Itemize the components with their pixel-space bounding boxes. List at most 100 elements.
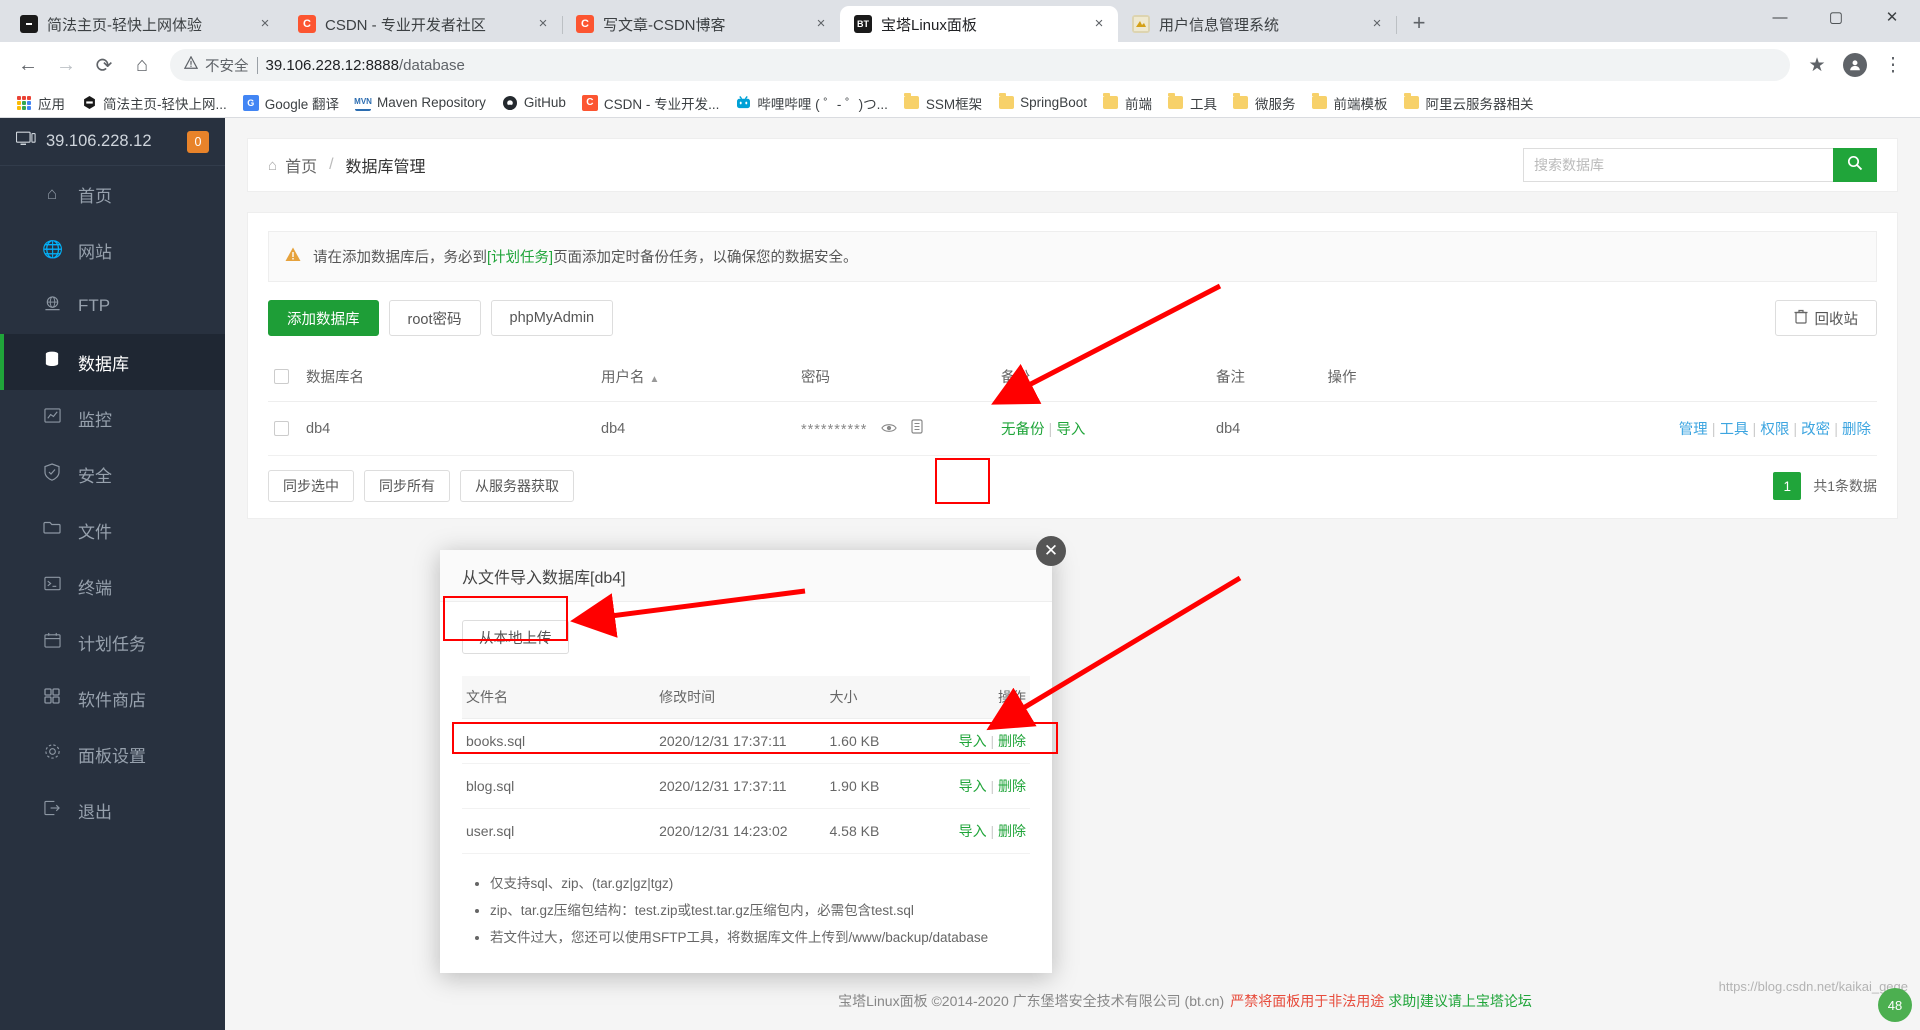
close-window-button[interactable]: ✕: [1864, 0, 1920, 34]
op-permission-link[interactable]: 权限: [1753, 422, 1790, 438]
sync-all-button[interactable]: 同步所有: [364, 470, 450, 502]
browser-tab-0[interactable]: 简法主页-轻快上网体验 ×: [6, 6, 284, 42]
tab-close-icon[interactable]: ×: [1090, 15, 1108, 33]
page-number[interactable]: 1: [1773, 472, 1802, 500]
breadcrumb-home[interactable]: 首页: [285, 153, 317, 177]
recycle-bin-button[interactable]: 回收站: [1774, 300, 1877, 336]
maximize-button[interactable]: ▢: [1808, 0, 1864, 34]
file-delete-link[interactable]: 删除: [998, 823, 1026, 839]
upload-from-local-button[interactable]: 从本地上传: [462, 620, 569, 654]
root-password-button[interactable]: root密码: [388, 300, 481, 336]
database-table: 数据库名 用户名 ▲ 密码 备份 备注 操作 db4 db4 *********…: [268, 352, 1877, 456]
search-input[interactable]: [1523, 148, 1833, 182]
security-status[interactable]: 不安全: [183, 55, 249, 76]
tab-title: 写文章-CSDN博客: [603, 16, 726, 34]
browser-tab-4[interactable]: 用户信息管理系统 ×: [1118, 6, 1397, 42]
float-action-button[interactable]: 48: [1878, 988, 1912, 1022]
maven-icon: MVN: [354, 95, 372, 111]
op-manage-link[interactable]: 管理: [1679, 422, 1708, 438]
sidebar-host: 39.106.228.12 0: [0, 118, 225, 166]
home-button[interactable]: ⌂: [124, 47, 160, 83]
bookmark-bilibili[interactable]: 哔哩哔哩 ( ゜- ゜)つ...: [727, 90, 896, 116]
sidebar-item-database[interactable]: 数据库: [0, 334, 225, 390]
minimize-button[interactable]: —: [1752, 0, 1808, 34]
footer-warning: 严禁将面板用于非法用途: [1230, 993, 1385, 1009]
bookmark-folder-springboot[interactable]: SpringBoot: [990, 92, 1095, 114]
sidebar-item-files[interactable]: 文件: [0, 502, 225, 558]
tab-close-icon[interactable]: ×: [1368, 15, 1386, 33]
sidebar-item-website[interactable]: 🌐 网站: [0, 222, 225, 278]
new-tab-button[interactable]: +: [1402, 6, 1436, 40]
copy-icon[interactable]: [911, 419, 923, 437]
sidebar-item-logout[interactable]: 退出: [0, 782, 225, 838]
tab-close-icon[interactable]: ×: [534, 15, 552, 33]
bookmark-google-translate[interactable]: G Google 翻译: [235, 90, 347, 116]
sidebar-item-cron[interactable]: 计划任务: [0, 614, 225, 670]
backup-import-link[interactable]: 导入: [1056, 422, 1085, 438]
sidebar-item-panel-settings[interactable]: 面板设置: [0, 726, 225, 782]
file-delete-link[interactable]: 删除: [998, 733, 1026, 749]
bookmark-folder-ssm[interactable]: SSM框架: [896, 90, 990, 116]
file-import-link[interactable]: 导入: [959, 778, 987, 794]
bookmark-github[interactable]: GitHub: [494, 92, 574, 114]
select-all-checkbox[interactable]: [274, 369, 289, 385]
browser-tab-3[interactable]: BT 宝塔Linux面板 ×: [840, 6, 1118, 42]
fetch-from-server-button[interactable]: 从服务器获取: [460, 470, 574, 502]
bookmark-star-icon[interactable]: ★: [1800, 48, 1834, 82]
tab-close-icon[interactable]: ×: [812, 15, 830, 33]
phpmyadmin-button[interactable]: phpMyAdmin: [490, 300, 614, 336]
sidebar-item-ftp[interactable]: FTP: [0, 278, 225, 334]
folder-icon: [1403, 93, 1419, 111]
sync-selected-button[interactable]: 同步选中: [268, 470, 354, 502]
sidebar-item-label: 软件商店: [78, 690, 146, 710]
bookmark-folder-aliyun[interactable]: 阿里云服务器相关: [1395, 90, 1541, 116]
op-tools-link[interactable]: 工具: [1712, 422, 1749, 438]
bookmark-label: CSDN - 专业开发...: [603, 96, 720, 112]
bookmark-jianfa[interactable]: 简法主页-轻快上网...: [73, 90, 235, 116]
search-button[interactable]: [1833, 148, 1877, 182]
browser-tab-1[interactable]: C CSDN - 专业开发者社区 ×: [284, 6, 563, 42]
op-delete-link[interactable]: 删除: [1834, 422, 1871, 438]
th-backup[interactable]: 备份: [995, 352, 1210, 402]
eye-icon[interactable]: [881, 421, 901, 437]
github-icon: [502, 95, 518, 111]
th-note[interactable]: 备注: [1210, 352, 1322, 402]
back-button[interactable]: ←: [10, 47, 46, 83]
sidebar-item-app-store[interactable]: 软件商店: [0, 670, 225, 726]
bookmark-folder-frontend-template[interactable]: 前端模板: [1303, 90, 1395, 116]
bookmark-folder-frontend[interactable]: 前端: [1095, 90, 1160, 116]
sidebar-item-monitor[interactable]: 监控: [0, 390, 225, 446]
file-import-link[interactable]: 导入: [959, 823, 987, 839]
sidebar-item-label: 面板设置: [78, 746, 146, 766]
op-change-password-link[interactable]: 改密: [1793, 422, 1830, 438]
sidebar-item-terminal[interactable]: 终端: [0, 558, 225, 614]
footer-help-link[interactable]: 求助|建议请上宝塔论坛: [1388, 991, 1532, 1011]
th-db-name[interactable]: 数据库名: [300, 352, 595, 402]
tab-title: 用户信息管理系统: [1159, 16, 1280, 34]
th-user-name[interactable]: 用户名 ▲: [595, 352, 795, 402]
sidebar-item-security[interactable]: 安全: [0, 446, 225, 502]
cron-link[interactable]: [计划任务]: [487, 250, 553, 266]
forward-button[interactable]: →: [48, 47, 84, 83]
profile-icon[interactable]: [1838, 48, 1872, 82]
file-import-link[interactable]: 导入: [959, 733, 987, 749]
td-user-name: db4: [595, 401, 795, 456]
address-bar[interactable]: 不安全 39.106.228.12:8888/database: [170, 49, 1790, 81]
add-database-button[interactable]: 添加数据库: [268, 300, 379, 336]
bookmark-csdn[interactable]: C CSDN - 专业开发...: [574, 90, 728, 116]
bookmark-maven-repository[interactable]: MVN Maven Repository: [347, 92, 494, 114]
bookmark-folder-microservice[interactable]: 微服务: [1225, 90, 1304, 116]
row-checkbox[interactable]: [274, 421, 289, 437]
th-password[interactable]: 密码: [795, 352, 995, 402]
notification-badge[interactable]: 0: [187, 130, 209, 153]
tab-close-icon[interactable]: ×: [256, 15, 274, 33]
sidebar-item-label: 网站: [78, 242, 112, 262]
bookmark-apps[interactable]: 应用: [8, 90, 73, 116]
reload-button[interactable]: ⟳: [86, 47, 122, 83]
bookmark-folder-tools[interactable]: 工具: [1160, 90, 1225, 116]
browser-tab-2[interactable]: C 写文章-CSDN博客 ×: [562, 6, 840, 42]
close-icon[interactable]: ✕: [1036, 536, 1066, 566]
file-delete-link[interactable]: 删除: [998, 778, 1026, 794]
sidebar-item-home[interactable]: ⌂ 首页: [0, 166, 225, 222]
browser-menu-icon[interactable]: ⋮: [1876, 48, 1910, 82]
